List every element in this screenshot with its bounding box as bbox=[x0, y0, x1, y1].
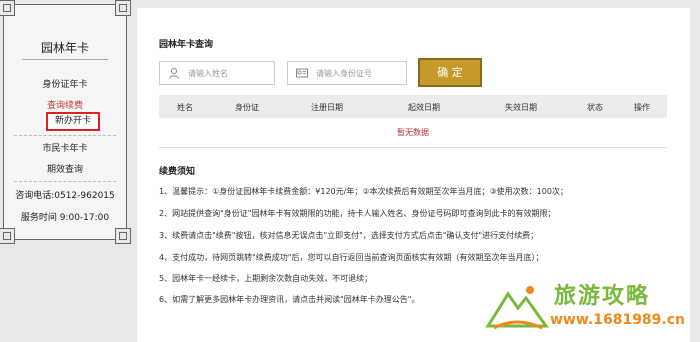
id-number-input-placeholder: 请输入身份证号 bbox=[316, 69, 372, 78]
column-start-date: 起效日期 bbox=[408, 103, 440, 112]
results-table-header: 姓名 身份证 注册日期 起效日期 失效日期 状态 操作 bbox=[159, 95, 667, 118]
name-input[interactable]: 请输入姓名 bbox=[159, 61, 275, 85]
notice-item: 3、续费请点击"续费"按钮，核对信息无误点击"立即支付"，选择支付方式后点击"确… bbox=[159, 231, 539, 240]
sidebar-phone: 咨询电话:0512-962015 bbox=[15, 191, 115, 201]
sidebar: 园林年卡 身份证年卡 查询续费 新办开卡 市民卡年卡 期效查询 咨询电话:051… bbox=[0, 0, 134, 342]
sidebar-item-validity-query[interactable]: 期效查询 bbox=[4, 162, 126, 175]
notice-item: 2、网站提供查询"身份证"园林年卡有效期限的功能，持卡人输入姓名、身份证号码即可… bbox=[159, 209, 556, 218]
watermark-url: www.1681989.cn bbox=[550, 312, 685, 328]
sidebar-frame: 园林年卡 身份证年卡 查询续费 新办开卡 市民卡年卡 期效查询 咨询电话:051… bbox=[0, 0, 131, 244]
id-card-icon bbox=[296, 68, 308, 78]
notice-item[interactable]: 6、如需了解更多园林年卡办理资讯，请点击并阅读"园林年卡办理公告"。 bbox=[159, 294, 419, 305]
sidebar-item-new-card[interactable]: 新办开卡 bbox=[46, 112, 100, 131]
column-status: 状态 bbox=[587, 103, 603, 112]
sidebar-item-citizen-card[interactable]: 市民卡年卡 bbox=[4, 141, 126, 154]
notice-item: 1、温馨提示：①身份证园林年卡续费金额：¥120元/年；②本次续费后有效期至次年… bbox=[159, 187, 568, 196]
column-expire-date: 失效日期 bbox=[505, 103, 537, 112]
confirm-button[interactable]: 确 定 bbox=[418, 58, 482, 87]
id-number-input[interactable]: 请输入身份证号 bbox=[287, 61, 407, 85]
column-register-date: 注册日期 bbox=[311, 103, 343, 112]
sidebar-item-id-card[interactable]: 身份证年卡 bbox=[4, 77, 126, 90]
empty-table-message: 暂无数据 bbox=[159, 118, 667, 148]
mountain-logo-icon bbox=[485, 286, 549, 330]
notice-item: 4、支付成功，待网页跳转"续费成功"后，您可以自行返回当前查询页面核实有效期（有… bbox=[159, 253, 544, 262]
notice-title: 续费须知 bbox=[159, 167, 196, 177]
sidebar-item-query-renew[interactable]: 查询续费 bbox=[4, 98, 126, 111]
column-action: 操作 bbox=[634, 103, 650, 112]
column-id-number: 身份证 bbox=[235, 103, 259, 112]
name-input-placeholder: 请输入姓名 bbox=[188, 69, 228, 78]
column-name: 姓名 bbox=[177, 103, 193, 112]
user-icon bbox=[169, 68, 179, 79]
watermark: 旅游攻略 www.1681989.cn bbox=[484, 272, 694, 338]
page-title: 园林年卡查询 bbox=[159, 40, 214, 50]
notice-item: 5、园林年卡一经续卡，上期剩余次数自动失效，不可退续； bbox=[159, 274, 373, 283]
watermark-name: 旅游攻略 bbox=[554, 284, 651, 309]
sidebar-service-hours: 服务时间 9:00-17:00 bbox=[20, 213, 110, 223]
sidebar-title: 园林年卡 bbox=[40, 41, 89, 55]
